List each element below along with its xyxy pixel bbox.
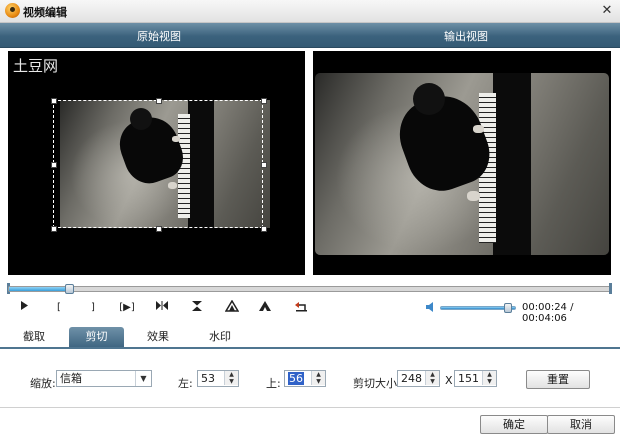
crop-handle-top[interactable] bbox=[156, 98, 162, 104]
play-range-button[interactable]: [▶] bbox=[116, 300, 138, 316]
reset-button[interactable]: 重置 bbox=[526, 370, 590, 389]
height-decrement-icon[interactable]: ▼ bbox=[482, 378, 496, 385]
timeline-end-marker[interactable] bbox=[609, 283, 612, 294]
crop-width-input[interactable]: 248 ▲ ▼ bbox=[397, 370, 440, 387]
volume-knob[interactable] bbox=[504, 303, 512, 313]
fade-in-icon bbox=[224, 299, 240, 312]
footer-divider bbox=[0, 407, 620, 408]
output-view-label: 输出视图 bbox=[444, 30, 488, 43]
timeline-progress bbox=[9, 287, 69, 291]
crop-size-label: 剪切大小: bbox=[353, 377, 401, 390]
top-increment-icon[interactable]: ▲ bbox=[311, 371, 325, 378]
fade-in-button[interactable] bbox=[223, 299, 241, 316]
view-header-bar: 原始视图 输出视图 bbox=[0, 23, 620, 48]
window-title: 视频编辑 bbox=[23, 6, 67, 19]
fade-out-icon bbox=[259, 301, 271, 311]
mark-in-button[interactable]: [ bbox=[50, 300, 68, 316]
crop-handle-bottom-left[interactable] bbox=[51, 226, 57, 232]
left-offset-input[interactable]: 53 ▲ ▼ bbox=[197, 370, 239, 387]
split-center-icon bbox=[192, 301, 202, 311]
left-decrement-icon[interactable]: ▼ bbox=[224, 378, 238, 385]
width-decrement-icon[interactable]: ▼ bbox=[425, 378, 439, 385]
zoom-select-value: 信箱 bbox=[60, 372, 82, 385]
play-icon bbox=[21, 301, 28, 310]
original-preview: 土豆网 bbox=[8, 51, 305, 275]
size-separator: X bbox=[445, 374, 453, 387]
tab-watermark[interactable]: 水印 bbox=[200, 327, 240, 347]
undo-button[interactable] bbox=[292, 300, 310, 316]
split-center-button[interactable] bbox=[188, 300, 206, 316]
time-display: 00:00:24 / 00:04:06 bbox=[522, 302, 620, 324]
crop-selection-box[interactable] bbox=[51, 98, 267, 232]
top-label: 上: bbox=[266, 377, 281, 390]
fade-out-button[interactable] bbox=[256, 300, 274, 316]
play-button[interactable] bbox=[15, 300, 33, 316]
timeline-track[interactable] bbox=[8, 284, 611, 294]
chevron-down-icon[interactable]: ▼ bbox=[135, 371, 151, 386]
crop-handle-top-left[interactable] bbox=[51, 98, 57, 104]
tab-effect[interactable]: 效果 bbox=[138, 327, 178, 347]
mark-out-button[interactable]: ] bbox=[84, 300, 102, 316]
tab-crop[interactable]: 剪切 bbox=[69, 327, 124, 347]
left-offset-value: 53 bbox=[201, 372, 215, 385]
ok-button[interactable]: 确定 bbox=[480, 415, 548, 434]
volume-icon[interactable] bbox=[425, 301, 438, 315]
crop-handle-bottom[interactable] bbox=[156, 226, 162, 232]
output-preview bbox=[313, 51, 611, 275]
original-view-label: 原始视图 bbox=[137, 30, 181, 43]
tab-clip[interactable]: 截取 bbox=[16, 327, 52, 347]
height-increment-icon[interactable]: ▲ bbox=[482, 371, 496, 378]
crop-width-value: 248 bbox=[401, 372, 422, 385]
zoom-select[interactable]: 信箱 ▼ bbox=[56, 370, 152, 387]
close-button[interactable]: ✕ bbox=[599, 3, 615, 18]
app-icon bbox=[5, 3, 20, 18]
title-bar: 视频编辑 ✕ bbox=[0, 0, 620, 23]
width-increment-icon[interactable]: ▲ bbox=[425, 371, 439, 378]
left-label: 左: bbox=[178, 377, 193, 390]
crop-height-input[interactable]: 151 ▲ ▼ bbox=[454, 370, 497, 387]
split-button[interactable] bbox=[153, 300, 171, 316]
source-watermark-text: 土豆网 bbox=[13, 57, 59, 75]
time-separator: / bbox=[570, 302, 574, 313]
total-time: 00:04:06 bbox=[522, 313, 567, 324]
timeline-scrubber[interactable] bbox=[65, 284, 74, 294]
current-time: 00:00:24 bbox=[522, 302, 567, 313]
zoom-label: 缩放: bbox=[30, 377, 56, 390]
undo-icon bbox=[295, 302, 307, 312]
top-offset-value: 56 bbox=[288, 372, 304, 385]
output-video-frame bbox=[315, 73, 609, 255]
crop-handle-top-right[interactable] bbox=[261, 98, 267, 104]
crop-handle-right[interactable] bbox=[261, 162, 267, 168]
split-icon bbox=[156, 301, 168, 310]
top-offset-input[interactable]: 56 ▲ ▼ bbox=[284, 370, 326, 387]
tab-strip: 截取 剪切 效果 水印 bbox=[0, 327, 620, 349]
crop-handle-bottom-right[interactable] bbox=[261, 226, 267, 232]
cancel-button[interactable]: 取消 bbox=[547, 415, 615, 434]
left-increment-icon[interactable]: ▲ bbox=[224, 371, 238, 378]
crop-handle-left[interactable] bbox=[51, 162, 57, 168]
crop-height-value: 151 bbox=[458, 372, 479, 385]
top-decrement-icon[interactable]: ▼ bbox=[311, 378, 325, 385]
